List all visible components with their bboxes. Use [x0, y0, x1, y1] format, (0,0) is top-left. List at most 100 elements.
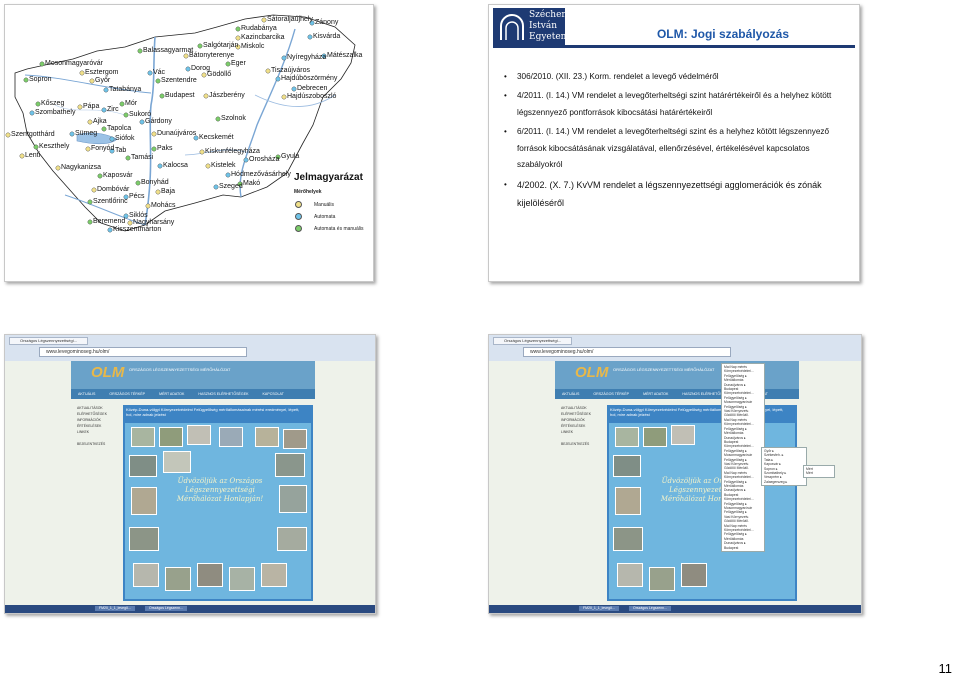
nav-item[interactable]: HASZNOS ELÉRHETŐSÉGEK	[191, 389, 255, 399]
address-bar[interactable]: www.levegominoseg.hu/olm/	[39, 347, 247, 357]
city-label: Mosonmagyaróvár	[45, 60, 103, 67]
station-marker	[135, 180, 141, 186]
city-label: Szentlőrinc	[93, 198, 128, 205]
city-label: Fonyód	[91, 145, 115, 152]
site-logo[interactable]: OLM	[575, 364, 608, 381]
station-photo	[671, 425, 695, 445]
nav-item[interactable]: MÉRT ADATOK	[636, 389, 675, 399]
site-nav: AKTUÁLIS ORSZÁGOS TÉRKÉP MÉRT ADATOK HAS…	[71, 389, 315, 399]
city-label: Lenti	[25, 152, 41, 159]
city-label: Paks	[157, 145, 173, 152]
university-logo: Széchenyi István Egyetem	[493, 8, 575, 48]
city-label: Gárdony	[145, 118, 172, 125]
station-marker	[87, 199, 93, 205]
station-marker	[225, 61, 231, 67]
station-photo	[229, 567, 255, 591]
station-marker	[87, 119, 93, 125]
city-label: Mór	[125, 100, 138, 107]
city-label: Szentendre	[161, 77, 197, 84]
green-dot-icon	[295, 225, 302, 232]
station-marker	[155, 78, 161, 84]
taskbar-item[interactable]: FM20_1_1_levegő...	[95, 606, 135, 611]
station-marker	[29, 110, 35, 116]
menu-item[interactable]: Budapest	[724, 546, 762, 550]
city-label: Balassagyarmat	[143, 47, 194, 54]
taskbar: FM20_1_1_levegő... Országos Légszenn...	[5, 605, 375, 613]
station-marker	[123, 112, 129, 118]
city-label: Tapolca	[107, 125, 132, 132]
station-marker	[79, 70, 85, 76]
logo-text: Széchenyi István Egyetem	[529, 10, 576, 42]
list-item: 4/2002. (X. 7.) KvVM rendelet a légszenn…	[504, 176, 847, 212]
station-photo	[613, 455, 641, 477]
university-emblem-icon	[500, 14, 524, 40]
station-marker	[55, 165, 61, 171]
city-label: Zirc	[107, 106, 119, 113]
nav-item[interactable]: ORSZÁGOS TÉRKÉP	[102, 389, 152, 399]
station-marker	[107, 227, 113, 233]
station-marker	[275, 76, 281, 82]
station-photo	[261, 563, 287, 587]
city-label: Dunaújváros	[157, 130, 197, 137]
menu-item[interactable]: Zalaegerszeg ▸	[764, 480, 804, 484]
station-marker	[185, 66, 191, 72]
city-label: Nyíregyháza	[287, 54, 327, 61]
city-label: Hajdúböszörmény	[281, 75, 338, 82]
city-label: Ajka	[93, 118, 107, 125]
city-label: Keszthely	[39, 143, 70, 150]
slide-title: OLM: Jogi szabályozás	[656, 27, 789, 41]
nav-item[interactable]: KAPCSOLAT	[256, 389, 291, 399]
taskbar-item[interactable]: Országos Légszenn...	[145, 606, 188, 611]
welcome-text: Üdvözöljük az Országos Légszennyezettség…	[176, 477, 264, 503]
station-photo	[219, 427, 243, 447]
station-marker	[203, 93, 209, 99]
side-menu-item[interactable]: BEJELENTKEZÉS	[561, 441, 607, 447]
taskbar: FM20_1_1_levegő... Országos Légszenn...	[489, 605, 861, 613]
station-marker	[261, 17, 267, 23]
station-marker	[91, 187, 97, 193]
city-label: Szombathely	[35, 109, 76, 116]
address-bar[interactable]: www.levegominoseg.hu/olm/	[523, 347, 731, 357]
station-marker	[139, 119, 145, 125]
city-label: Eger	[231, 60, 246, 67]
city-label: Kazincbarcika	[241, 34, 285, 41]
station-marker	[137, 48, 143, 54]
station-photo	[197, 563, 223, 587]
station-photo	[159, 427, 183, 447]
city-label: Zánony	[315, 19, 339, 26]
station-marker	[97, 173, 103, 179]
station-photo	[279, 485, 307, 513]
side-menu-item[interactable]: BEJELENTKEZÉS	[77, 441, 123, 447]
nav-item[interactable]: ORSZÁGOS TÉRKÉP	[586, 389, 636, 399]
station-submenu: Győr ▸ Székesfeh. ▸ Tata ▸ Kaposvár ▸ So…	[761, 447, 807, 487]
city-label: Esztergom	[85, 69, 119, 76]
city-label: Tamási	[131, 154, 154, 161]
city-label: Bonyhád	[141, 179, 169, 186]
taskbar-item[interactable]: FM20_1_1_levegő...	[579, 606, 619, 611]
menu-item[interactable]: Mért	[806, 471, 832, 475]
nav-item[interactable]: AKTUÁLIS	[71, 389, 102, 399]
nav-item[interactable]: MÉRT ADATOK	[152, 389, 191, 399]
station-marker	[183, 53, 189, 59]
taskbar-item[interactable]: Országos Légszenn...	[629, 606, 672, 611]
city-label: Szolnok	[221, 115, 246, 122]
city-label: Kistelek	[211, 162, 236, 169]
city-label: Makó	[243, 180, 261, 187]
city-label: Tiszaújváros	[271, 67, 311, 74]
station-marker	[77, 104, 83, 110]
city-label: Sümeg	[75, 130, 98, 137]
city-label: Bátonyterenye	[189, 52, 235, 59]
station-marker	[307, 34, 313, 40]
map-slide: Sátoraljaújhely Zánony Rudabánya Kazincb…	[4, 4, 374, 282]
station-marker	[201, 72, 207, 78]
station-photo	[131, 427, 155, 447]
browser-tab[interactable]: Országos Légszennyezettségi...	[493, 337, 572, 345]
station-photo	[163, 451, 191, 473]
regulation-list: 306/2010. (XII. 23.) Korm. rendelet a le…	[504, 69, 847, 215]
nav-item[interactable]: AKTUÁLIS	[555, 389, 586, 399]
station-photo	[681, 563, 707, 587]
browser-tab[interactable]: Országos Légszennyezettségi...	[9, 337, 88, 345]
station-marker	[215, 116, 221, 122]
site-logo[interactable]: OLM	[91, 364, 124, 381]
station-photo	[283, 429, 307, 449]
